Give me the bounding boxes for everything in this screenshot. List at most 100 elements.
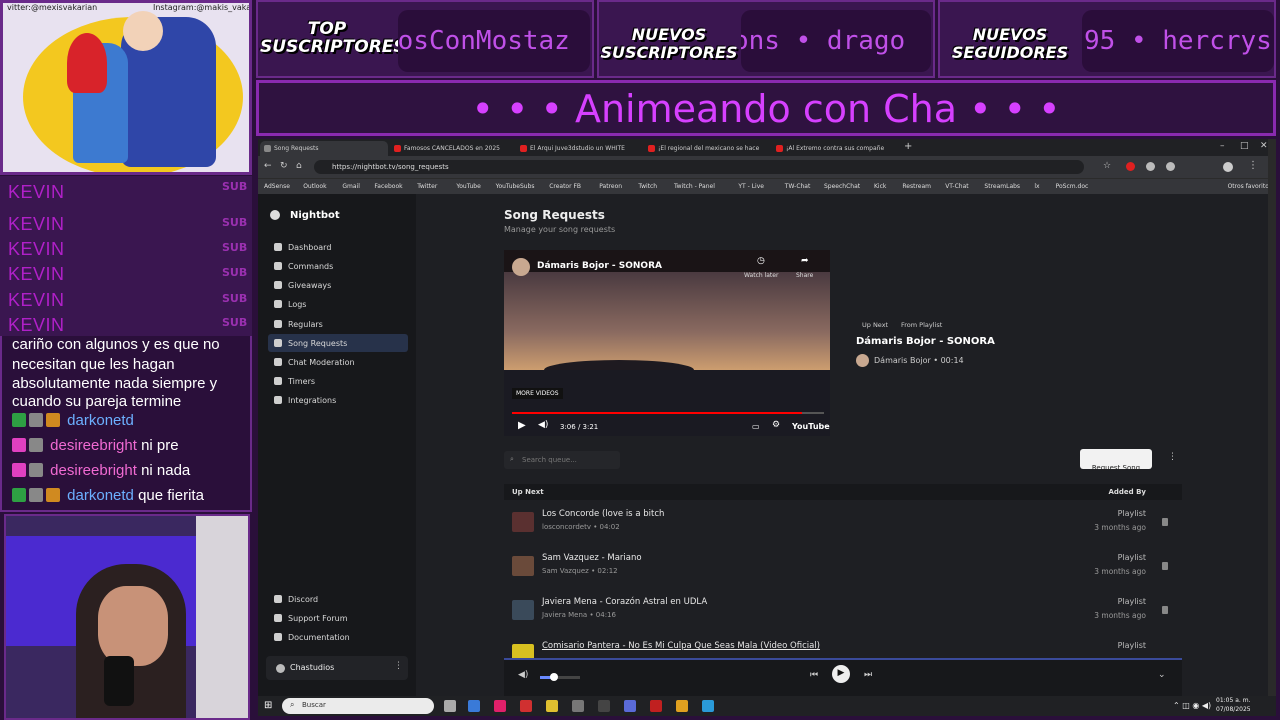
queue-menu-icon[interactable]: ⋮ bbox=[1168, 452, 1177, 462]
nav-support-forum[interactable]: Support Forum bbox=[268, 609, 408, 627]
nav-song-requests[interactable]: Song Requests bbox=[268, 334, 408, 352]
bookmark-item[interactable]: VT-Chat bbox=[945, 183, 968, 190]
clock-date[interactable]: 07/08/2025 bbox=[1216, 706, 1251, 713]
request-song-button[interactable]: Request Song bbox=[1080, 449, 1152, 472]
tab-youtube[interactable]: Famosos CANCELADOS en 2025 bbox=[390, 141, 514, 156]
captions-icon[interactable]: ▭ bbox=[752, 422, 760, 431]
bookmark-item[interactable]: Creator FB bbox=[549, 183, 581, 190]
back-icon[interactable]: ← bbox=[264, 161, 272, 171]
bookmark-item[interactable]: Outlook bbox=[303, 183, 326, 190]
volume-icon[interactable]: ◀) bbox=[518, 670, 528, 680]
bookmark-item[interactable]: Restream bbox=[902, 183, 931, 190]
search-queue-input[interactable]: ⌕ Search queue... bbox=[504, 451, 620, 469]
extension-icon[interactable] bbox=[1146, 162, 1155, 171]
play-icon[interactable]: ▶ bbox=[518, 420, 526, 431]
nav-timers[interactable]: Timers bbox=[268, 372, 408, 390]
bookmark-item[interactable]: StreamLabs bbox=[984, 183, 1020, 190]
bookmark-item[interactable]: YouTubeSubs bbox=[496, 183, 535, 190]
trash-icon[interactable] bbox=[1162, 562, 1168, 570]
nav-commands[interactable]: Commands bbox=[268, 257, 408, 275]
tab-youtube[interactable]: ¡Al Extremo contra sus compañe bbox=[772, 141, 898, 156]
share-label[interactable]: Share bbox=[796, 272, 813, 279]
account-menu[interactable]: Chastudios ⋮ bbox=[266, 656, 408, 680]
video-progress-track[interactable] bbox=[512, 412, 824, 414]
app-icon[interactable] bbox=[520, 700, 532, 712]
url-field[interactable]: https://nightbot.tv/song_requests bbox=[314, 160, 1084, 174]
nav-documentation[interactable]: Documentation bbox=[268, 628, 408, 646]
page-scrollbar[interactable] bbox=[1268, 139, 1276, 696]
bookmark-item[interactable]: TW-Chat bbox=[785, 183, 811, 190]
youtube-logo[interactable]: YouTube bbox=[792, 422, 830, 431]
extension-icon[interactable] bbox=[1126, 162, 1135, 171]
video-player[interactable]: Dámaris Bojor - SONORA ◷ Watch later ➦ S… bbox=[504, 250, 830, 436]
trash-icon[interactable] bbox=[1162, 518, 1168, 526]
nav-giveaways[interactable]: Giveaways bbox=[268, 276, 408, 294]
bookmark-item[interactable]: AdSense bbox=[264, 183, 290, 190]
bookmark-item[interactable]: Otros favoritos bbox=[1228, 183, 1272, 190]
tab-youtube[interactable]: ¡El regional del mexicano se hace bbox=[644, 141, 770, 156]
bookmark-item[interactable]: Facebook bbox=[374, 183, 402, 190]
bookmark-item[interactable]: Patreon bbox=[599, 183, 622, 190]
tiktok-icon[interactable] bbox=[494, 700, 506, 712]
reload-icon[interactable]: ↻ bbox=[280, 161, 288, 171]
nav-chat-moderation[interactable]: Chat Moderation bbox=[268, 353, 408, 371]
volume-handle[interactable] bbox=[550, 673, 558, 681]
trash-icon[interactable] bbox=[1162, 606, 1168, 614]
tab-youtube[interactable]: El Arqui Juve3dstudio un WHITE bbox=[516, 141, 642, 156]
windows-start-icon[interactable]: ⊞ bbox=[264, 700, 272, 711]
chevron-down-icon[interactable]: ⌄ bbox=[1158, 670, 1166, 680]
bookmark-item[interactable]: Kick bbox=[874, 183, 886, 190]
more-videos-button[interactable]: MORE VIDEOS bbox=[512, 388, 563, 399]
bookmark-item[interactable]: SpeechChat bbox=[824, 183, 860, 190]
play-button[interactable]: ▶ bbox=[832, 665, 850, 683]
minimize-icon[interactable]: – bbox=[1220, 141, 1225, 151]
queue-row[interactable]: Comisario Pantera - No Es Mi Culpa Que S… bbox=[504, 632, 1182, 658]
star-icon[interactable]: ☆ bbox=[1103, 161, 1111, 171]
bookmark-item[interactable]: YouTube bbox=[456, 183, 480, 190]
video-title[interactable]: Dámaris Bojor - SONORA bbox=[537, 261, 662, 271]
bookmark-item[interactable]: YT - Live bbox=[738, 183, 764, 190]
nav-logs[interactable]: Logs bbox=[268, 295, 408, 313]
bookmark-item[interactable]: PoScm.doc bbox=[1056, 183, 1089, 190]
app-icon[interactable] bbox=[572, 700, 584, 712]
edge-icon[interactable] bbox=[468, 700, 480, 712]
volume-slider[interactable] bbox=[540, 673, 580, 681]
volume-icon[interactable]: ◀) bbox=[538, 420, 548, 430]
nav-discord[interactable]: Discord bbox=[268, 590, 408, 608]
settings-gear-icon[interactable]: ⚙ bbox=[772, 420, 780, 430]
nav-regulars[interactable]: Regulars bbox=[268, 315, 408, 333]
bookmark-item[interactable]: Twitch bbox=[638, 183, 657, 190]
next-icon[interactable]: ⏭ bbox=[864, 670, 872, 680]
profile-avatar[interactable] bbox=[1223, 162, 1233, 172]
clock-icon[interactable]: ◷ bbox=[757, 256, 765, 266]
tray-icons[interactable]: ⌃ ◫ ◉ ◀) bbox=[1173, 701, 1211, 710]
queue-row[interactable]: Sam Vazquez - Mariano Sam Vazquez • 02:1… bbox=[504, 544, 1182, 588]
task-view-icon[interactable] bbox=[444, 700, 456, 712]
folder-icon[interactable] bbox=[546, 700, 558, 712]
home-icon[interactable]: ⌂ bbox=[296, 161, 302, 171]
app-icon[interactable] bbox=[676, 700, 688, 712]
queue-row[interactable]: Javiera Mena - Corazón Astral en UDLA Ja… bbox=[504, 588, 1182, 632]
chrome-icon[interactable] bbox=[702, 700, 714, 712]
close-icon[interactable]: ✕ bbox=[1260, 141, 1268, 151]
new-tab-icon[interactable]: + bbox=[904, 141, 912, 152]
watch-later-label[interactable]: Watch later bbox=[744, 272, 778, 279]
clock-time[interactable]: 01:05 a. m. bbox=[1216, 697, 1250, 704]
taskbar-search-box[interactable]: ⌕ Buscar bbox=[282, 698, 434, 714]
obs-icon[interactable] bbox=[598, 700, 610, 712]
tab-song-requests[interactable]: Song Requests bbox=[260, 141, 388, 156]
nav-integrations[interactable]: Integrations bbox=[268, 391, 408, 409]
bookmark-item[interactable]: lx bbox=[1034, 183, 1039, 190]
app-icon[interactable] bbox=[650, 700, 662, 712]
menu-icon[interactable]: ⋮ bbox=[1248, 160, 1258, 171]
more-icon[interactable]: ⋮ bbox=[394, 661, 403, 671]
previous-icon[interactable]: ⏮ bbox=[810, 670, 818, 680]
nav-dashboard[interactable]: Dashboard bbox=[268, 238, 408, 256]
maximize-icon[interactable]: □ bbox=[1240, 141, 1249, 151]
queue-row[interactable]: Los Concorde (love is a bitch losconcord… bbox=[504, 500, 1182, 544]
bookmark-item[interactable]: Twitter bbox=[417, 183, 437, 190]
bookmark-item[interactable]: Twitch - Panel bbox=[674, 183, 715, 190]
bookmark-item[interactable]: Gmail bbox=[342, 183, 360, 190]
extension-icon[interactable] bbox=[1166, 162, 1175, 171]
share-icon[interactable]: ➦ bbox=[801, 256, 809, 266]
